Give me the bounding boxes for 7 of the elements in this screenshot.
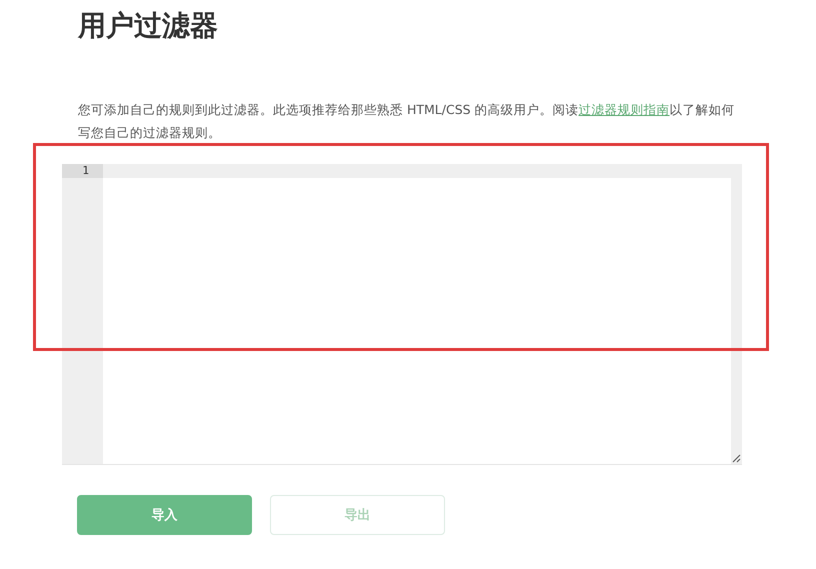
page-title: 用户过滤器 — [76, 8, 219, 44]
filter-rules-guide-link[interactable]: 过滤器规则指南 — [578, 102, 670, 117]
resize-handle-icon[interactable] — [732, 454, 741, 463]
description-text: 您可添加自己的规则到此过滤器。此选项推荐给那些熟悉 HTML/CSS 的高级用户。阅读过滤器规则指南以了解如何写您自己的过滤器规则。 — [78, 101, 736, 142]
line-number: 1 — [62, 164, 103, 178]
import-button[interactable]: 导入 — [77, 495, 252, 535]
code-editor[interactable]: 1 — [62, 164, 742, 465]
